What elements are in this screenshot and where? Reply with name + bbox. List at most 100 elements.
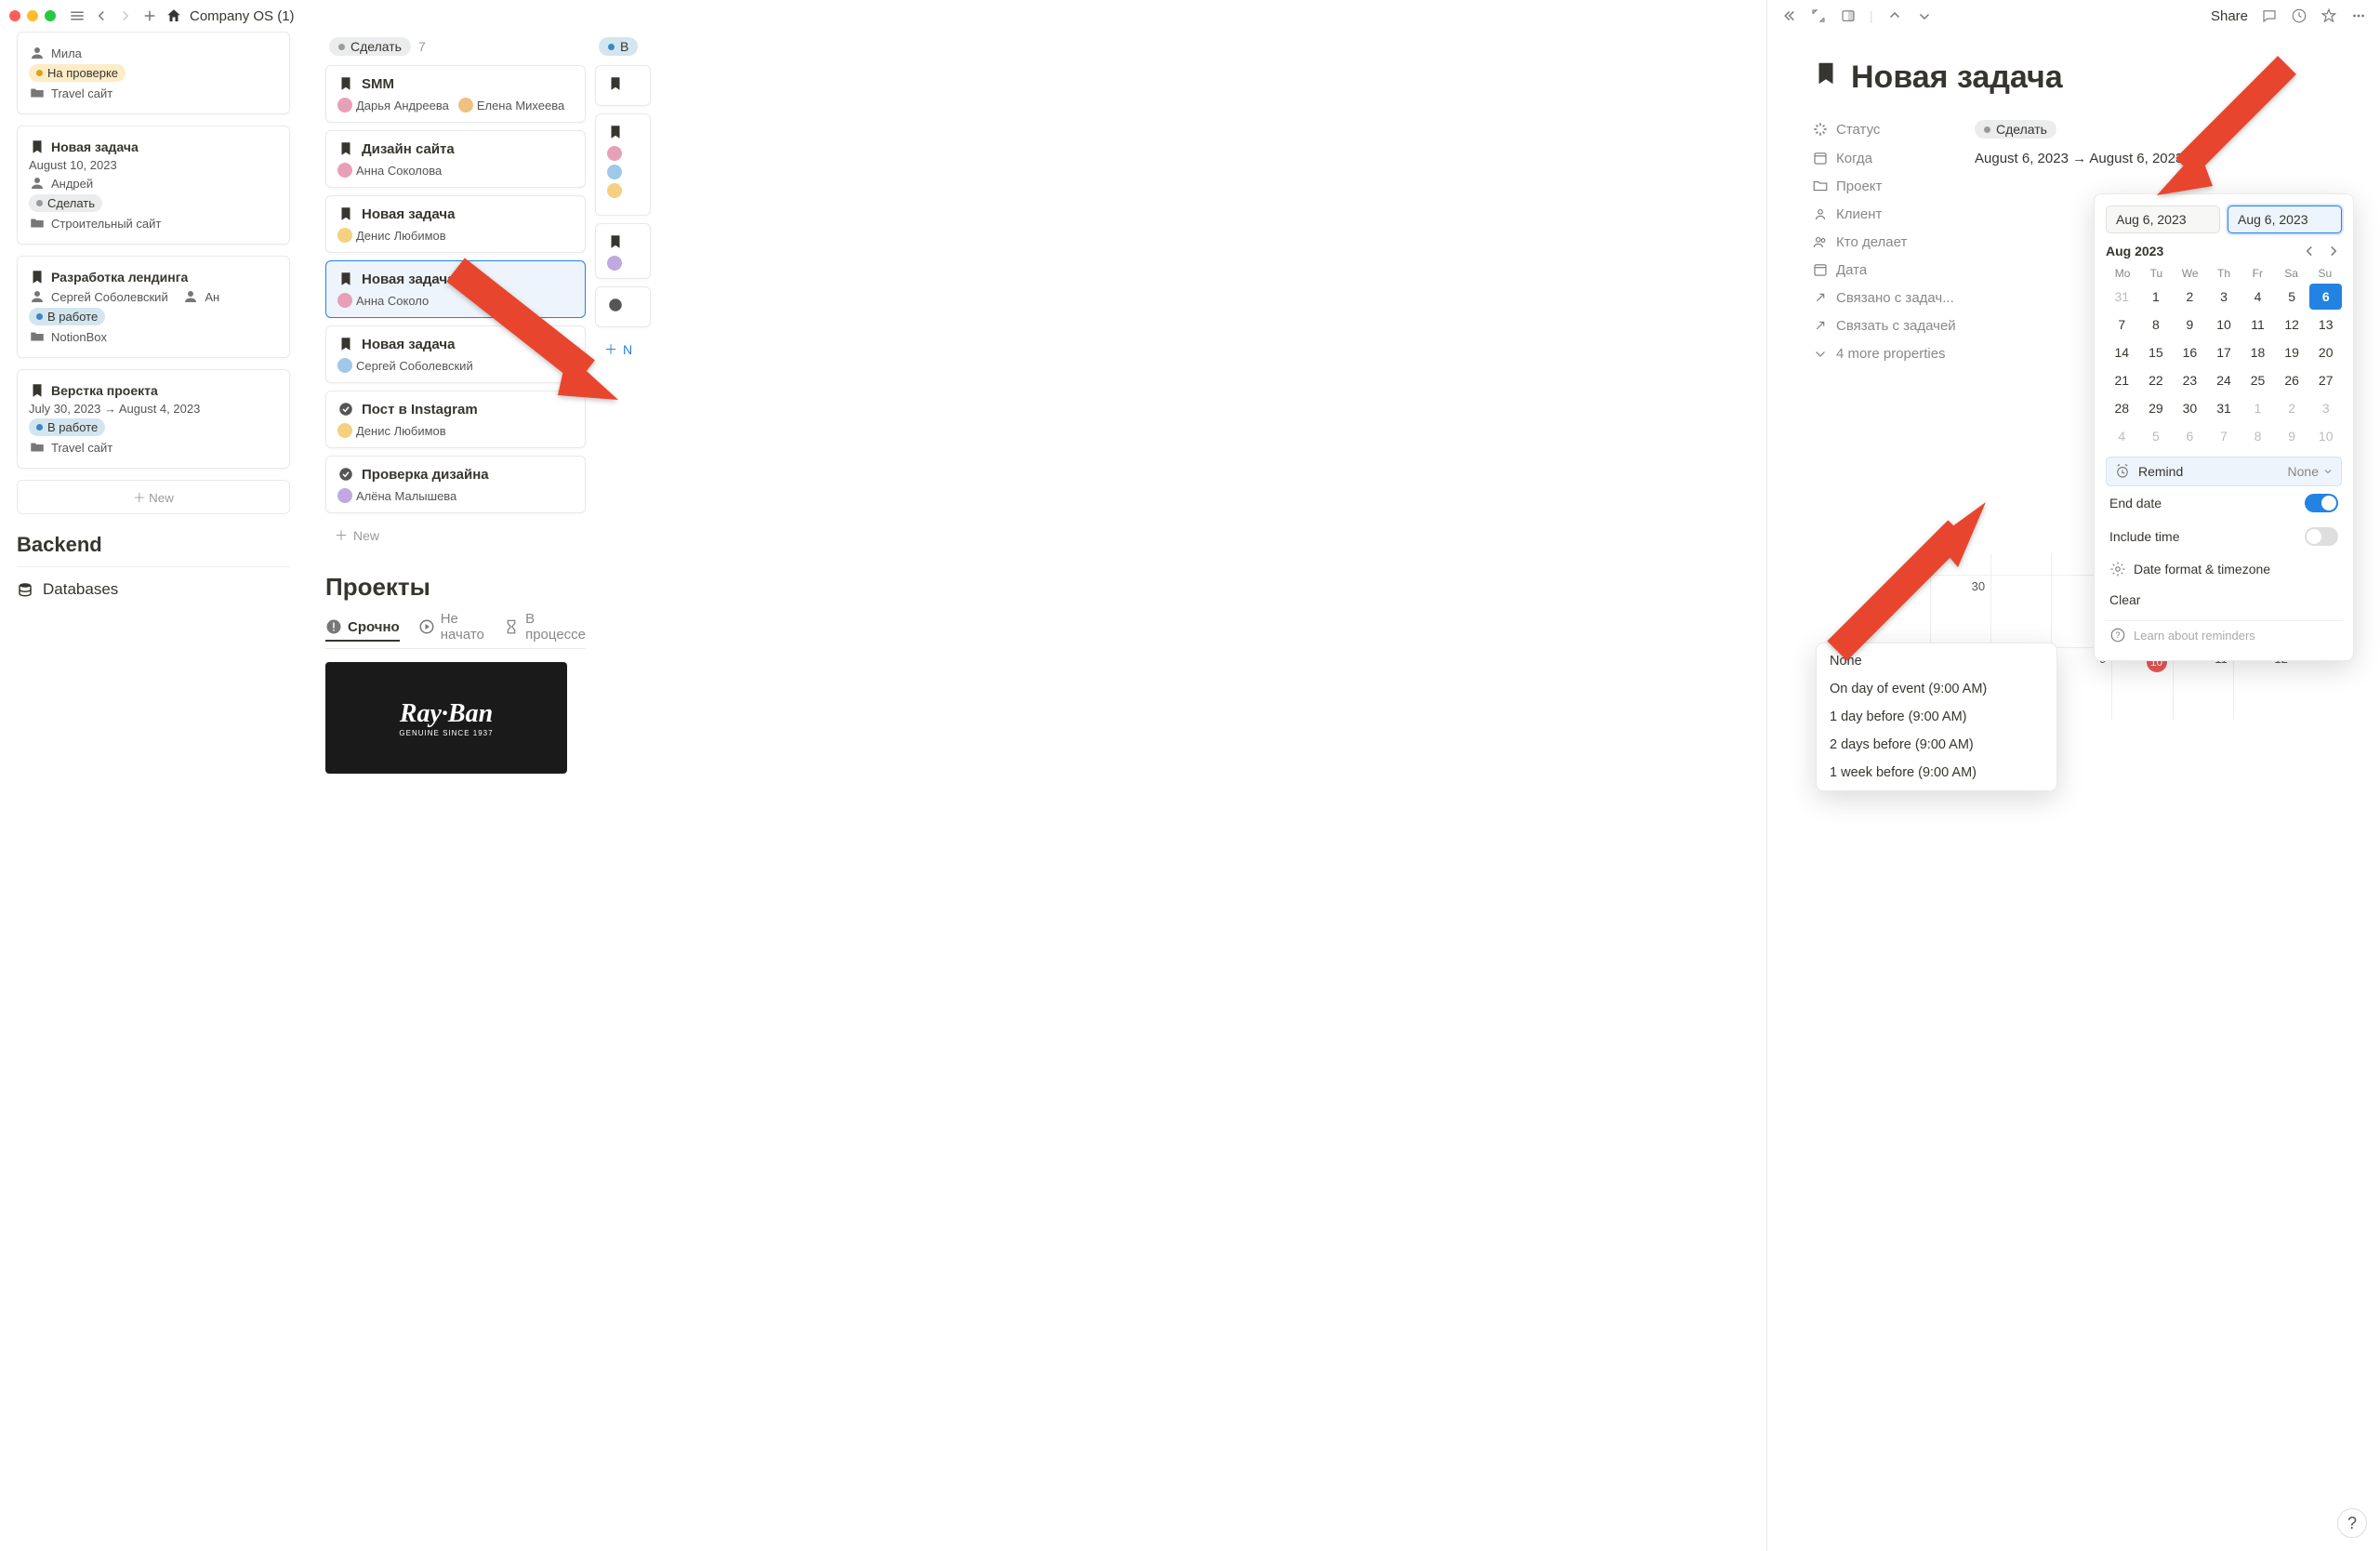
close-window-icon[interactable] [9,10,20,21]
end-date-toggle[interactable] [2305,494,2338,512]
nav-forward-icon[interactable] [117,7,134,24]
task-card[interactable]: Дизайн сайта Анна Соколова [325,130,586,188]
prev-icon[interactable] [1886,7,1903,24]
task-card[interactable]: Проверка дизайна Алёна Малышева [325,456,586,513]
calendar-day[interactable]: 17 [2208,339,2241,365]
calendar-day[interactable]: 4 [2241,284,2274,310]
help-button[interactable]: ? [2337,1508,2367,1538]
column-status-pill[interactable]: Сделать [329,37,411,56]
task-card[interactable]: SMM Дарья АндрееваЕлена Михеева [325,65,586,123]
sidebar-card[interactable]: Разработка лендинга Сергей Соболевский А… [17,256,290,358]
peek-icon[interactable] [1840,7,1857,24]
calendar-day[interactable]: 22 [2140,367,2173,393]
calendar-day[interactable]: 5 [2140,423,2173,449]
calendar-day[interactable]: 26 [2276,367,2308,393]
databases-link[interactable]: Databases [17,577,290,603]
calendar-day[interactable]: 30 [2174,395,2206,421]
window-controls[interactable] [9,10,56,21]
remind-option-2days[interactable]: 2 days before (9:00 AM) [1817,731,2056,759]
sidebar-card[interactable]: Новая задача August 10, 2023 Андрей Сдел… [17,126,290,245]
add-task-button[interactable]: ＋ New [325,521,586,550]
calendar-day[interactable]: 15 [2140,339,2173,365]
more-properties[interactable]: 4 more properties [1836,346,1946,362]
calendar-day[interactable]: 5 [2276,284,2308,310]
remind-selector[interactable]: Remind None [2106,457,2342,486]
calendar-day[interactable]: 8 [2241,423,2274,449]
date-format-button[interactable]: Date format & timezone [2106,553,2342,585]
calendar-day[interactable]: 24 [2208,367,2241,393]
calendar-day[interactable]: 9 [2174,312,2206,338]
calendar-day[interactable]: 31 [2208,395,2241,421]
calendar-day[interactable]: 12 [2276,312,2308,338]
sidebar-card[interactable]: Верстка проекта July 30, 2023 → August 4… [17,369,290,469]
calendar-day[interactable]: 10 [2208,312,2241,338]
end-date-input[interactable]: Aug 6, 2023 [2228,205,2342,233]
calendar-day[interactable]: 18 [2241,339,2274,365]
calendar-day[interactable]: 3 [2208,284,2241,310]
star-icon[interactable] [2320,7,2337,24]
more-icon[interactable] [2350,7,2367,24]
include-time-toggle[interactable] [2305,527,2338,546]
expand-icon[interactable] [1810,7,1827,24]
calendar-day[interactable]: 31 [2106,284,2138,310]
remind-option-onday[interactable]: On day of event (9:00 AM) [1817,675,2056,703]
calendar-day[interactable]: 6 [2174,423,2206,449]
minimize-window-icon[interactable] [27,10,38,21]
calendar-day[interactable]: 7 [2106,312,2138,338]
remind-option-1week[interactable]: 1 week before (9:00 AM) [1817,759,2056,787]
sidebar-card[interactable]: Мила На проверке Travel сайт [17,32,290,114]
next-icon[interactable] [1916,7,1933,24]
prev-month-icon[interactable] [2301,243,2318,259]
maximize-window-icon[interactable] [45,10,56,21]
sidebar: Company OS (1) Мила На проверке Travel с… [0,0,307,1551]
calendar-day[interactable]: 20 [2309,339,2342,365]
calendar-day[interactable]: 8 [2140,312,2173,338]
calendar-day[interactable]: 9 [2276,423,2308,449]
status-value[interactable]: Сделать [1975,120,2056,139]
collapse-icon[interactable] [1780,7,1797,24]
calendar-day[interactable]: 13 [2309,312,2342,338]
end-date-toggle-label: End date [2109,496,2162,510]
task-card[interactable]: Новая задача Денис Любимов [325,195,586,253]
calendar-day[interactable]: 11 [2241,312,2274,338]
new-page-icon[interactable] [141,7,158,24]
home-icon[interactable] [165,7,182,24]
calendar-day[interactable]: 23 [2174,367,2206,393]
prop-label-related: Связано с задач... [1836,290,1954,306]
calendar-day[interactable]: 1 [2140,284,2173,310]
clock-icon[interactable] [2291,7,2307,24]
calendar-day[interactable]: 10 [2309,423,2342,449]
next-month-icon[interactable] [2325,243,2342,259]
tab-in-progress[interactable]: В процессе [503,611,586,643]
tab-urgent[interactable]: Срочно [325,618,400,642]
menu-icon[interactable] [69,7,86,24]
calendar-day[interactable]: 2 [2174,284,2206,310]
calendar-day[interactable]: 21 [2106,367,2138,393]
calendar-day[interactable]: 25 [2241,367,2274,393]
calendar-day[interactable]: 27 [2309,367,2342,393]
calendar-day[interactable]: 16 [2174,339,2206,365]
tab-not-started[interactable]: Не начато [418,611,484,643]
calendar-day[interactable]: 6 [2309,284,2342,310]
calendar-day[interactable]: 4 [2106,423,2138,449]
project-thumbnail[interactable]: Ray·BanGENUINE SINCE 1937 [325,662,567,774]
clear-date-button[interactable]: Clear [2106,585,2342,615]
calendar-day[interactable]: 28 [2106,395,2138,421]
cal-cell[interactable] [1990,575,2051,647]
calendar-day[interactable]: 14 [2106,339,2138,365]
calendar-day[interactable]: 2 [2276,395,2308,421]
calendar-day[interactable]: 19 [2276,339,2308,365]
calendar-day[interactable]: 7 [2208,423,2241,449]
calendar-day[interactable]: 1 [2241,395,2274,421]
calendar-day[interactable]: 29 [2140,395,2173,421]
prop-label-date: Дата [1836,262,1867,278]
calendar-day[interactable]: 3 [2309,395,2342,421]
breadcrumb[interactable]: Company OS (1) [190,8,295,24]
nav-back-icon[interactable] [93,7,110,24]
start-date-input[interactable]: Aug 6, 2023 [2106,205,2220,233]
learn-reminders-link[interactable]: ?Learn about reminders [2106,620,2342,649]
share-button[interactable]: Share [2211,8,2248,24]
new-card-button[interactable]: ＋ New [17,480,290,514]
remind-option-1day[interactable]: 1 day before (9:00 AM) [1817,703,2056,731]
comment-icon[interactable] [2261,7,2278,24]
